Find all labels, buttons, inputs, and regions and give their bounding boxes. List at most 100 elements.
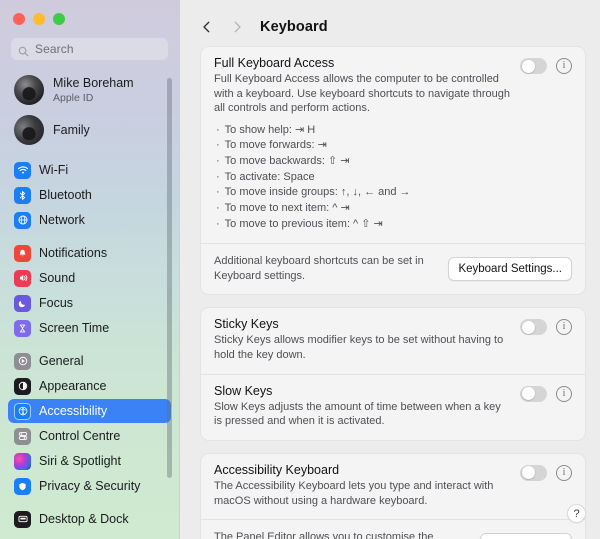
sidebar-item-label: Screen Time: [39, 321, 110, 335]
info-icon[interactable]: i: [556, 464, 572, 481]
info-icon[interactable]: i: [556, 58, 572, 74]
back-button[interactable]: [194, 14, 220, 40]
sticky-keys-toggle[interactable]: [520, 319, 547, 336]
bullet-dot: ·: [216, 217, 220, 230]
system-settings-window: Search Mike Boreham Apple ID Family Wi-F…: [0, 0, 600, 539]
sidebar-item-appearance[interactable]: Appearance: [8, 374, 171, 398]
section-head: Slow Keys Slow Keys adjusts the amount o…: [214, 384, 572, 429]
search-container: Search: [0, 25, 179, 61]
full-keyboard-access-card: Full Keyboard Access Full Keyboard Acces…: [200, 46, 586, 296]
sidebar-item-apple-id[interactable]: Mike Boreham Apple ID: [8, 71, 171, 109]
sidebar-item-network[interactable]: Network: [8, 208, 171, 232]
sidebar-group-network: Wi-Fi Bluetooth Network: [8, 158, 171, 232]
section-description: Slow Keys adjusts the amount of time bet…: [214, 400, 501, 428]
section-controls: i: [520, 463, 572, 481]
list-item: · To move to previous item: ^ ⇧ ⇥: [216, 217, 572, 233]
slow-keys-section: Slow Keys Slow Keys adjusts the amount o…: [201, 373, 585, 440]
sidebar-item-label: Sound: [39, 271, 76, 285]
bullet-dot: ·: [216, 155, 220, 168]
section-body: Accessibility Keyboard The Accessibility…: [214, 463, 520, 508]
wifi-icon: [14, 161, 31, 179]
list-item: · To move inside groups: ↑, ↓, ← and →: [216, 185, 572, 201]
shortcut-text: To move backwards: ⇧ ⇥: [224, 155, 350, 168]
settings-content: Full Keyboard Access Full Keyboard Acces…: [180, 42, 600, 539]
appearance-icon: [14, 377, 31, 395]
sidebar-item-desktop-dock[interactable]: Desktop & Dock: [8, 507, 171, 531]
sidebar-item-screen-time[interactable]: Screen Time: [8, 316, 171, 340]
sidebar-item-privacy-security[interactable]: Privacy & Security: [8, 474, 171, 498]
keyboard-settings-button[interactable]: Keyboard Settings...: [448, 256, 572, 281]
sidebar-item-bluetooth[interactable]: Bluetooth: [8, 183, 171, 207]
family-label: Family: [53, 123, 90, 137]
footer-text: Additional keyboard shortcuts can be set…: [214, 255, 424, 282]
accessibility-keyboard-card: Accessibility Keyboard The Accessibility…: [200, 452, 586, 539]
general-icon: [14, 352, 31, 370]
shortcut-text: To move forwards: ⇥: [224, 139, 327, 152]
section-body: Full Keyboard Access Full Keyboard Acces…: [214, 56, 520, 116]
full-keyboard-access-toggle[interactable]: [520, 58, 547, 74]
forward-button[interactable]: [224, 14, 250, 40]
sidebar-item-control-centre[interactable]: Control Centre: [8, 424, 171, 448]
sidebar-item-general[interactable]: General: [8, 349, 171, 373]
sidebar-scrollbar[interactable]: [167, 78, 172, 478]
accessibility-keyboard-section: Accessibility Keyboard The Accessibility…: [201, 454, 585, 519]
section-title: Sticky Keys: [214, 317, 279, 332]
slow-keys-toggle[interactable]: [520, 385, 547, 402]
sidebar-item-focus[interactable]: Focus: [8, 291, 171, 315]
info-icon[interactable]: i: [556, 385, 572, 402]
sidebar-item-wi-fi[interactable]: Wi-Fi: [8, 158, 171, 182]
list-item: · To activate: Space: [216, 170, 572, 186]
close-button[interactable]: [13, 13, 25, 25]
section-body: Slow Keys Slow Keys adjusts the amount o…: [214, 384, 520, 429]
avatar: [14, 75, 44, 105]
section-title: Accessibility Keyboard: [214, 462, 340, 477]
full-keyboard-access-section: Full Keyboard Access Full Keyboard Acces…: [201, 47, 585, 243]
search-field[interactable]: Search: [10, 37, 169, 61]
page-title: Keyboard: [260, 19, 328, 35]
list-item: · To move to next item: ^ ⇥: [216, 201, 572, 217]
toolbar: Keyboard: [180, 0, 600, 42]
sidebar-group-alerts: Notifications Sound Focus Screen Time: [8, 241, 171, 340]
sidebar-item-label: Bluetooth: [39, 188, 92, 202]
sidebar-item-label: Network: [39, 213, 85, 227]
panel-editor-footer: The Panel Editor allows you to customise…: [201, 519, 585, 539]
bullet-dot: ·: [216, 139, 220, 152]
bullet-dot: ·: [216, 201, 220, 214]
focus-icon: [14, 294, 31, 312]
notifications-icon: [14, 244, 31, 262]
accessibility-keyboard-toggle[interactable]: [520, 464, 547, 481]
minimize-button[interactable]: [33, 13, 45, 25]
account-name: Mike Boreham: [53, 76, 134, 91]
keyboard-settings-footer: Additional keyboard shortcuts can be set…: [201, 243, 585, 294]
sidebar-item-notifications[interactable]: Notifications: [8, 241, 171, 265]
account-subtitle: Apple ID: [53, 91, 94, 104]
sidebar-item-label: Notifications: [39, 246, 108, 260]
bullet-dot: ·: [216, 186, 220, 199]
sidebar-item-label: General: [39, 354, 84, 368]
section-title: Slow Keys: [214, 383, 273, 398]
desktop-dock-icon: [14, 510, 31, 528]
sticky-keys-section: Sticky Keys Sticky Keys allows modifier …: [201, 308, 585, 373]
sidebar-item-accessibility[interactable]: Accessibility: [8, 399, 171, 423]
shortcut-list: · To show help: ⇥ H · To move forwards: ⇥ …: [216, 123, 572, 232]
panel-editor-button[interactable]: Panel Editor...: [480, 532, 572, 539]
shortcut-text: To move inside groups: ↑, ↓, ← and →: [224, 186, 411, 199]
sidebar-item-label: Appearance: [39, 379, 107, 393]
main-content: Keyboard Full Keyboard Access Full Keybo…: [180, 0, 600, 539]
sidebar-item-label: Focus: [39, 296, 74, 310]
info-icon[interactable]: i: [556, 319, 572, 336]
bluetooth-icon: [14, 186, 31, 204]
zoom-button[interactable]: [53, 13, 65, 25]
shortcut-text: To show help: ⇥ H: [224, 123, 316, 136]
bullet-dot: ·: [216, 170, 220, 183]
sidebar-item-label: Control Centre: [39, 429, 121, 443]
sidebar-item-label: Privacy & Security: [39, 479, 141, 493]
bullet-dot: ·: [216, 123, 220, 136]
sidebar-item-sound[interactable]: Sound: [8, 266, 171, 290]
sidebar-item-siri-spotlight[interactable]: Siri & Spotlight: [8, 449, 171, 473]
section-body: Sticky Keys Sticky Keys allows modifier …: [214, 317, 520, 362]
sidebar-item-family[interactable]: Family: [8, 111, 171, 149]
list-item: · To show help: ⇥ H: [216, 123, 572, 139]
section-description: The Accessibility Keyboard lets you type…: [214, 479, 494, 507]
help-button[interactable]: ?: [567, 504, 586, 523]
